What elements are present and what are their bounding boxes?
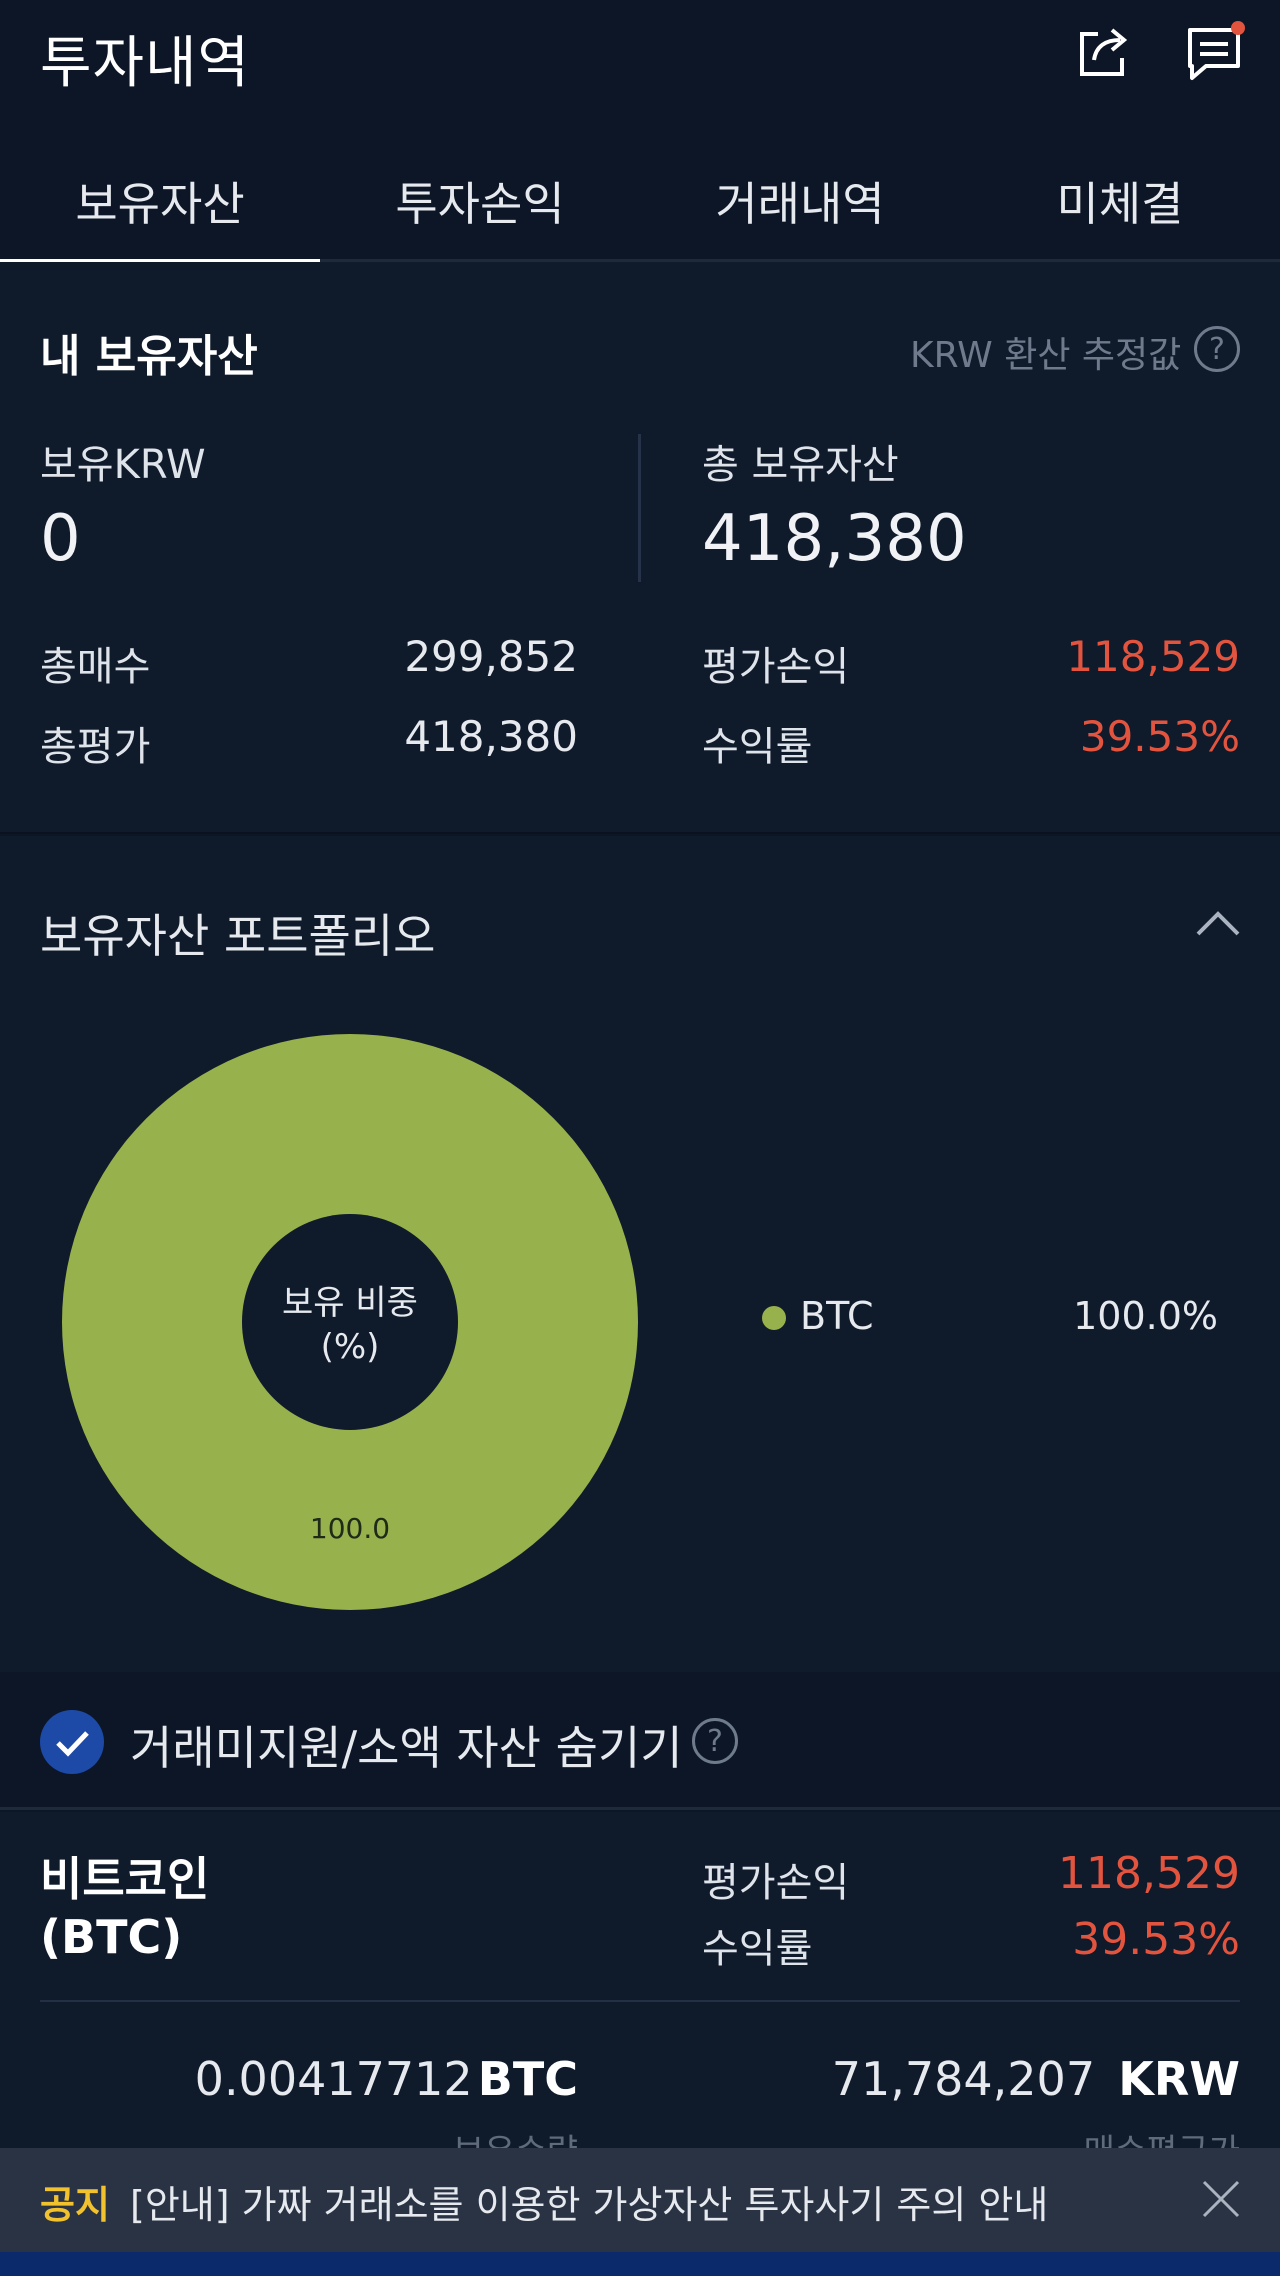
- coin-rate-label: 수익률: [702, 1926, 813, 1972]
- coin-card-btc[interactable]: 비트코인 (BTC) 평가손익 118,529 수익률 39.53% 0.004…: [0, 1812, 1280, 2172]
- total-assets-value: 418,380: [702, 502, 967, 576]
- rate-label: 수익률: [702, 724, 813, 770]
- portfolio-title: 보유자산 포트폴리오: [40, 909, 436, 963]
- krw-value: 0: [40, 502, 81, 576]
- coin-rate-value: 39.53%: [1072, 1914, 1240, 1965]
- portfolio-donut-chart: 보유 비중 (%) 100.0: [62, 1034, 638, 1610]
- total-eval-value: 418,380: [404, 712, 578, 761]
- rate-value: 39.53%: [1079, 712, 1240, 761]
- share-icon[interactable]: [1072, 20, 1136, 84]
- bottom-bar: [0, 2252, 1280, 2276]
- coin-pnl-value: 118,529: [1058, 1848, 1240, 1899]
- coin-pnl-label: 평가손익: [702, 1860, 850, 1906]
- notice-bar[interactable]: 공지 [안내] 가짜 거래소를 이용한 가상자산 투자사기 주의 안내: [0, 2148, 1280, 2252]
- legend-name-btc: BTC: [800, 1294, 874, 1338]
- tab-history[interactable]: 거래내역: [640, 140, 960, 262]
- legend-dot-btc: [762, 1306, 786, 1330]
- help-icon[interactable]: ?: [1194, 326, 1240, 372]
- total-buy-label: 총매수: [40, 644, 151, 690]
- quantity-unit: BTC: [477, 2052, 578, 2106]
- divider: [40, 2000, 1240, 2002]
- portfolio-section: 보유자산 포트폴리오 보유 비중 (%) 100.0 BTC 100.0%: [0, 836, 1280, 1672]
- tab-pending[interactable]: 미체결: [960, 140, 1280, 262]
- coin-symbol: (BTC): [40, 1910, 183, 1964]
- divider: [638, 434, 641, 582]
- donut-center-label: 보유 비중: [282, 1283, 418, 1323]
- tab-profit[interactable]: 투자손익: [320, 140, 640, 262]
- notification-dot-icon: [1231, 21, 1245, 35]
- checkbox-checked-icon[interactable]: [40, 1710, 104, 1774]
- quantity-value: 0.00417712: [194, 2052, 473, 2106]
- chevron-up-icon[interactable]: [1194, 908, 1242, 938]
- avg-price-value: 71,784,207: [831, 2052, 1096, 2106]
- close-icon[interactable]: [1200, 2178, 1242, 2220]
- coin-name: 비트코인 (BTC): [40, 1850, 209, 1966]
- section-title: 내 보유자산: [40, 331, 258, 382]
- quantity: 0.00417712 BTC: [160, 2052, 578, 2106]
- tab-bar: 보유자산 투자손익 거래내역 미체결: [0, 140, 1280, 265]
- holdings-summary: 내 보유자산 KRW 환산 추정값 ? 보유KRW 0 총 보유자산 418,3…: [0, 262, 1280, 834]
- hide-small-assets-row[interactable]: 거래미지원/소액 자산 숨기기 ?: [0, 1672, 1280, 1810]
- total-eval-label: 총평가: [40, 724, 151, 770]
- total-buy-value: 299,852: [404, 632, 578, 681]
- help-icon[interactable]: ?: [692, 1718, 738, 1764]
- notice-tag: 공지: [40, 2183, 110, 2227]
- coin-name-korean: 비트코인: [40, 1852, 210, 1906]
- tab-holdings[interactable]: 보유자산: [0, 140, 320, 265]
- message-icon[interactable]: [1184, 20, 1248, 84]
- page-title: 투자내역: [40, 31, 251, 96]
- notice-text[interactable]: [안내] 가짜 거래소를 이용한 가상자산 투자사기 주의 안내: [130, 2174, 1048, 2229]
- slice-label: 100.0: [310, 1512, 390, 1545]
- pnl-value: 118,529: [1066, 632, 1240, 681]
- hide-small-assets-label[interactable]: 거래미지원/소액 자산 숨기기: [130, 1712, 683, 1778]
- legend-pct-btc: 100.0%: [1073, 1294, 1218, 1338]
- krw-label: 보유KRW: [40, 442, 206, 488]
- app-header: 투자내역: [0, 0, 1280, 130]
- total-assets-label: 총 보유자산: [702, 442, 899, 488]
- pnl-label: 평가손익: [702, 644, 850, 690]
- krw-estimate-note: KRW 환산 추정값: [910, 335, 1182, 376]
- donut-center-unit: (%): [321, 1327, 380, 1367]
- avg-price-unit: KRW: [1118, 2052, 1240, 2106]
- avg-price: 71,784,207 KRW: [760, 2052, 1240, 2106]
